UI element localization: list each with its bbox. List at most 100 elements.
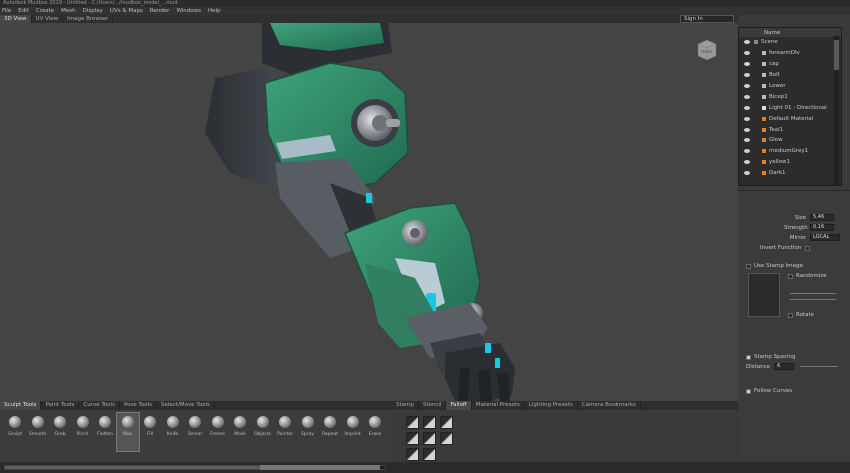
menu-item-mesh[interactable]: Mesh xyxy=(61,8,75,14)
object-list-item[interactable]: Scene xyxy=(739,37,841,48)
tool-repeat-button[interactable]: Repeat xyxy=(319,416,341,437)
tab-paint-tools[interactable]: Paint Tools xyxy=(41,401,80,410)
tab-3d-view[interactable]: 3D View xyxy=(0,15,32,23)
tool-objects-button[interactable]: Objects xyxy=(252,416,274,437)
eye-icon[interactable] xyxy=(744,84,750,88)
distance-field[interactable]: 6 xyxy=(774,363,795,370)
tab-stencil[interactable]: Stencil xyxy=(419,401,447,410)
tool-freeze-button[interactable]: Freeze xyxy=(207,416,229,437)
size-field[interactable]: 5.46 xyxy=(810,214,834,221)
falloff-swatch[interactable] xyxy=(423,448,436,461)
object-list-item[interactable]: yellow1 xyxy=(739,157,841,168)
use-stamp-image-checkbox[interactable] xyxy=(746,263,751,269)
material-icon xyxy=(762,116,766,121)
object-list-item[interactable]: Lower xyxy=(739,81,841,92)
object-list-item[interactable]: Bolt xyxy=(739,70,841,81)
object-list-item[interactable]: Glow xyxy=(739,135,841,146)
menu-item-uvs-maps[interactable]: UVs & Maps xyxy=(110,8,143,14)
tool-smooth-button[interactable]: Smooth xyxy=(27,416,49,437)
tab-image-browser[interactable]: Image Browser xyxy=(63,15,114,23)
tab-lighting-presets[interactable]: Lighting Presets xyxy=(525,401,578,410)
eye-icon[interactable] xyxy=(744,40,750,45)
distance-label: Distance xyxy=(746,363,771,370)
object-list-item[interactable]: Dark1 xyxy=(739,168,841,179)
tab-material-presets[interactable]: Material Presets xyxy=(472,401,525,410)
tab-uv-view[interactable]: UV View xyxy=(32,15,64,23)
menu-item-display[interactable]: Display xyxy=(83,8,103,14)
tool-wax-button[interactable]: Wax xyxy=(115,412,140,452)
tool-mask-button[interactable]: Mask xyxy=(229,416,251,437)
viewcube[interactable]: FRONT xyxy=(696,38,718,62)
tool-erase-button[interactable]: Erase xyxy=(364,416,386,437)
tool-grab-button[interactable]: Grab xyxy=(49,416,71,437)
tab-camera-bookmarks[interactable]: Camera Bookmarks xyxy=(578,401,641,410)
timeline-scroll-thumb[interactable] xyxy=(260,465,380,470)
falloff-swatch[interactable] xyxy=(406,416,419,429)
object-list-item[interactable]: forearmDIv xyxy=(739,48,841,59)
falloff-swatch[interactable] xyxy=(440,432,453,445)
object-list-item[interactable]: Bicep1 xyxy=(739,91,841,102)
strength-field[interactable]: 0.16 xyxy=(810,224,834,231)
randomize-label: Randomize xyxy=(796,273,827,279)
stamp-sliders[interactable] xyxy=(790,289,836,303)
eye-icon[interactable] xyxy=(744,116,750,121)
tool-pinch-button[interactable]: Pinch xyxy=(72,416,94,437)
tool-pointer-button[interactable]: Pointer xyxy=(274,416,296,437)
falloff-swatch[interactable] xyxy=(406,448,419,461)
eye-icon[interactable] xyxy=(744,62,750,67)
tool-smear-button[interactable]: Smear xyxy=(184,416,206,437)
menu-item-render[interactable]: Render xyxy=(150,8,170,14)
eye-icon[interactable] xyxy=(744,138,750,143)
tab-select-move-tools[interactable]: Select/Move Tools xyxy=(157,401,215,410)
mirror-select[interactable]: LOCAL xyxy=(810,234,840,241)
object-list-item[interactable]: cap xyxy=(739,59,841,70)
eye-icon[interactable] xyxy=(744,105,750,110)
follow-curves-checkbox[interactable] xyxy=(746,388,751,394)
randomize-checkbox[interactable] xyxy=(788,273,793,279)
objects-tool-icon xyxy=(256,416,269,428)
object-list-item-label: Bicep1 xyxy=(769,93,788,100)
invert-function-checkbox[interactable] xyxy=(805,245,811,251)
rotate-checkbox[interactable] xyxy=(788,312,793,318)
object-list-item[interactable]: Light 01 - Directional xyxy=(739,102,841,113)
menu-item-help[interactable]: Help xyxy=(208,8,221,14)
object-list-item[interactable]: Teal1 xyxy=(739,124,841,135)
tool-fill-button[interactable]: Fill xyxy=(139,416,161,437)
tool-flatten-button[interactable]: Flatten xyxy=(94,416,116,437)
tool-sculpt-button[interactable]: Sculpt xyxy=(4,416,26,437)
object-list-item[interactable]: Default Material xyxy=(739,113,841,124)
eye-icon[interactable] xyxy=(744,171,750,176)
menu-bar: File Edit Create Mesh Display UVs & Maps Rende… xyxy=(0,7,850,15)
eye-icon[interactable] xyxy=(744,73,750,78)
eye-icon[interactable] xyxy=(744,127,750,132)
distance-slider[interactable] xyxy=(800,366,839,367)
stamp-spacing-checkbox[interactable] xyxy=(746,354,751,360)
tool-knife-button[interactable]: Knife xyxy=(162,416,184,437)
material-icon xyxy=(762,127,766,132)
falloff-swatch[interactable] xyxy=(423,416,436,429)
tool-imprint-button[interactable]: Imprint xyxy=(342,416,364,437)
tab-curve-tools[interactable]: Curve Tools xyxy=(79,401,120,410)
eye-icon[interactable] xyxy=(744,160,750,165)
falloff-swatch[interactable] xyxy=(440,416,453,429)
sign-in-dropdown[interactable]: Sign In xyxy=(680,15,734,23)
menu-item-file[interactable]: File xyxy=(2,8,11,14)
object-list-item-label: Teal1 xyxy=(769,126,784,133)
menu-item-windows[interactable]: Windows xyxy=(176,8,201,14)
stamp-image-preview[interactable] xyxy=(748,273,780,317)
tab-falloff[interactable]: Falloff xyxy=(446,401,472,410)
tab-pose-tools[interactable]: Pose Tools xyxy=(120,401,157,410)
eye-icon[interactable] xyxy=(744,94,750,99)
falloff-swatch[interactable] xyxy=(406,432,419,445)
3d-viewport[interactable] xyxy=(0,23,738,401)
object-list-scroll-thumb[interactable] xyxy=(834,40,839,70)
eye-icon[interactable] xyxy=(744,149,750,154)
tool-spray-button[interactable]: Spray xyxy=(297,416,319,437)
falloff-swatch[interactable] xyxy=(423,432,436,445)
eye-icon[interactable] xyxy=(744,51,750,56)
menu-item-create[interactable]: Create xyxy=(36,8,54,14)
tab-sculpt-tools[interactable]: Sculpt Tools xyxy=(0,401,42,410)
menu-item-edit[interactable]: Edit xyxy=(18,8,29,14)
tab-stamp[interactable]: Stamp xyxy=(392,401,419,410)
object-list-item[interactable]: mediumGrey1 xyxy=(739,146,841,157)
